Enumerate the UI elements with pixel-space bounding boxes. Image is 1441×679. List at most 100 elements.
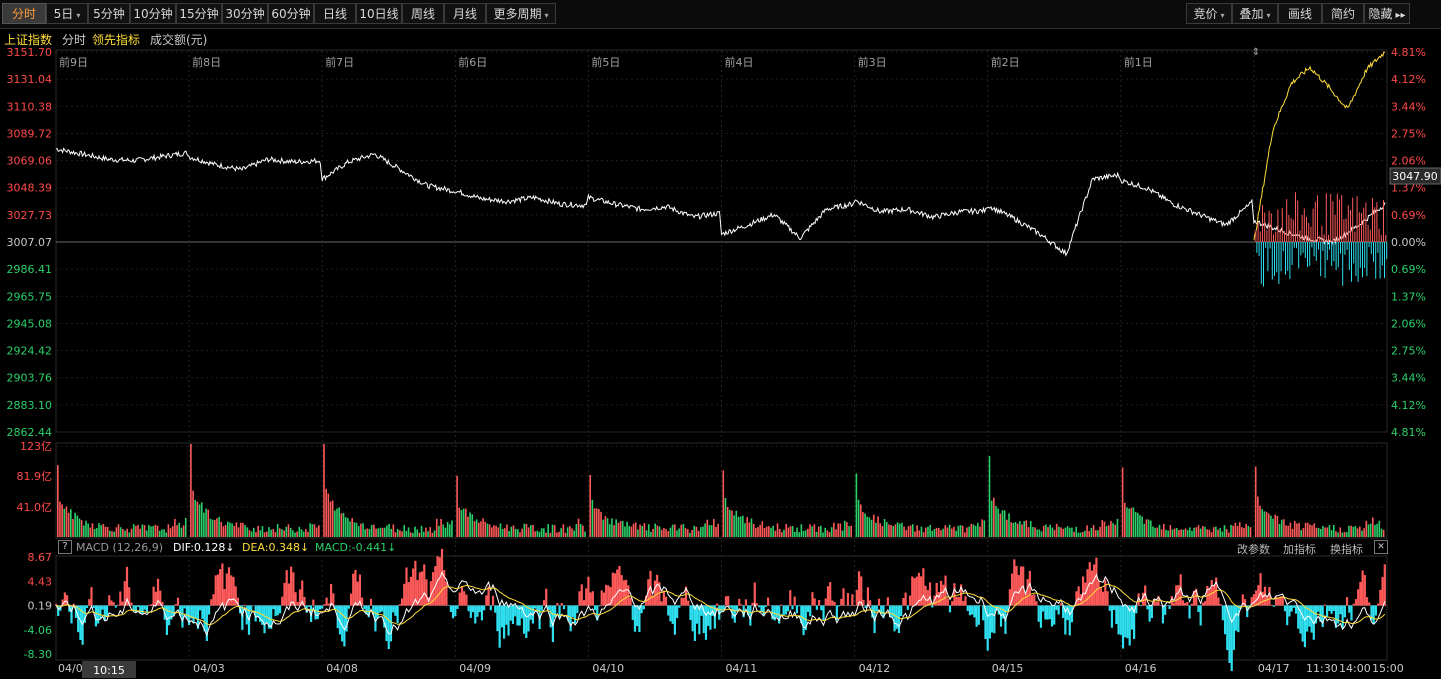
volume-bar	[1212, 527, 1215, 537]
volume-bar	[1311, 525, 1313, 537]
volume-bar	[1003, 510, 1006, 537]
volume-bar	[551, 524, 554, 537]
volume-bar	[755, 528, 757, 537]
volume-bar	[1302, 528, 1305, 537]
volume-bar	[1103, 521, 1106, 537]
volume-bar	[961, 525, 964, 537]
volume-bar	[362, 523, 364, 537]
volume-bar	[252, 527, 255, 537]
close-icon[interactable]: ✕	[1374, 540, 1388, 554]
volume-bar	[113, 531, 115, 537]
volume-bar	[757, 527, 759, 537]
volume-bar	[1304, 522, 1307, 537]
volume-bar	[1225, 528, 1228, 537]
volume-bar	[774, 530, 777, 537]
volume-bar	[558, 531, 560, 537]
volume-bar	[1099, 526, 1101, 537]
macd-switch-indicator[interactable]: 换指标	[1330, 541, 1363, 557]
volume-bar	[1309, 524, 1311, 537]
volume-bar	[1274, 514, 1277, 537]
volume-bar	[357, 526, 360, 537]
volume-bar	[390, 528, 393, 537]
cursor-time: 10:15	[93, 664, 125, 677]
volume-bar	[890, 524, 892, 537]
volume-bar	[1352, 526, 1355, 537]
volume-bar	[246, 527, 249, 537]
volume-bar	[920, 526, 923, 537]
volume-bar	[1139, 515, 1141, 537]
volume-bar	[135, 525, 137, 537]
volume-bar	[879, 523, 882, 537]
volume-bar	[689, 532, 691, 537]
volume-bar	[244, 525, 246, 537]
volume-bar	[1332, 524, 1335, 537]
volume-bar	[611, 518, 613, 537]
day-label: 前4日	[725, 55, 754, 69]
price-axis-label: 3089.72	[7, 127, 53, 140]
volume-bar	[846, 522, 848, 537]
volume-bar	[706, 519, 709, 537]
volume-bar	[122, 528, 124, 537]
volume-bar	[287, 524, 290, 537]
volume-bar	[667, 531, 670, 537]
volume-bar	[440, 519, 442, 537]
macd-add-indicator[interactable]: 加指标	[1283, 541, 1316, 557]
volume-bar	[1167, 530, 1169, 537]
volume-bar	[715, 526, 717, 537]
volume-bar	[347, 518, 349, 537]
volume-bar	[787, 527, 790, 537]
volume-bar	[300, 529, 303, 537]
volume-bar	[1249, 527, 1252, 537]
volume-bar	[309, 523, 311, 537]
volume-bar	[1289, 522, 1292, 537]
macd-axis-label: -8.30	[24, 648, 52, 661]
time-axis-time: 14:00	[1339, 662, 1371, 675]
volume-bar	[1055, 523, 1058, 537]
volume-bar	[446, 521, 449, 537]
volume-bar	[710, 525, 713, 537]
volume-bar	[1014, 521, 1017, 537]
volume-bar	[1180, 529, 1182, 537]
volume-bar	[1130, 508, 1133, 537]
macd-header: ? MACD (12,26,9) DIF:0.128↓ DEA:0.348↓ M…	[56, 540, 1388, 557]
help-icon[interactable]: ?	[58, 540, 72, 554]
volume-bar	[182, 525, 185, 537]
volume-bar	[1025, 520, 1028, 537]
volume-bar	[1343, 532, 1346, 537]
volume-bar	[139, 528, 141, 537]
volume-bar	[1378, 520, 1381, 537]
volume-bar	[1285, 525, 1287, 537]
macd-edit-params[interactable]: 改参数	[1237, 541, 1270, 557]
volume-bar	[1204, 526, 1206, 537]
volume-bar	[1060, 527, 1062, 537]
volume-bar	[1081, 531, 1084, 537]
volume-bar	[235, 522, 238, 537]
volume-bar	[621, 520, 624, 537]
volume-bar	[373, 524, 375, 537]
volume-bar	[130, 528, 133, 537]
volume-bar	[1169, 525, 1172, 537]
volume-bar	[383, 527, 386, 537]
volume-bar	[654, 523, 657, 537]
volume-bar	[1221, 531, 1224, 537]
volume-bar	[593, 508, 596, 537]
volume-bar	[488, 524, 491, 537]
volume-bar	[1300, 530, 1303, 537]
volume-bar	[822, 532, 824, 537]
volume-bar	[820, 525, 822, 537]
volume-bar	[663, 528, 665, 537]
volume-bar	[733, 515, 735, 537]
intraday-chart[interactable]: 3151.70 4.81% 3131.04 4.12% 3110.38 3.44% 3089…	[0, 0, 1441, 679]
volume-bar	[78, 518, 81, 537]
volume-bar	[1199, 528, 1202, 537]
volume-bar	[469, 512, 471, 537]
volume-bar	[1101, 520, 1104, 537]
volume-bar	[534, 531, 536, 537]
volume-bar	[375, 528, 377, 537]
volume-bar	[652, 528, 654, 537]
volume-bar	[148, 525, 150, 537]
volume-bar	[547, 524, 549, 537]
volume-bar	[922, 532, 925, 537]
time-axis-date: 04/09	[459, 662, 491, 675]
volume-bar	[1195, 527, 1198, 537]
